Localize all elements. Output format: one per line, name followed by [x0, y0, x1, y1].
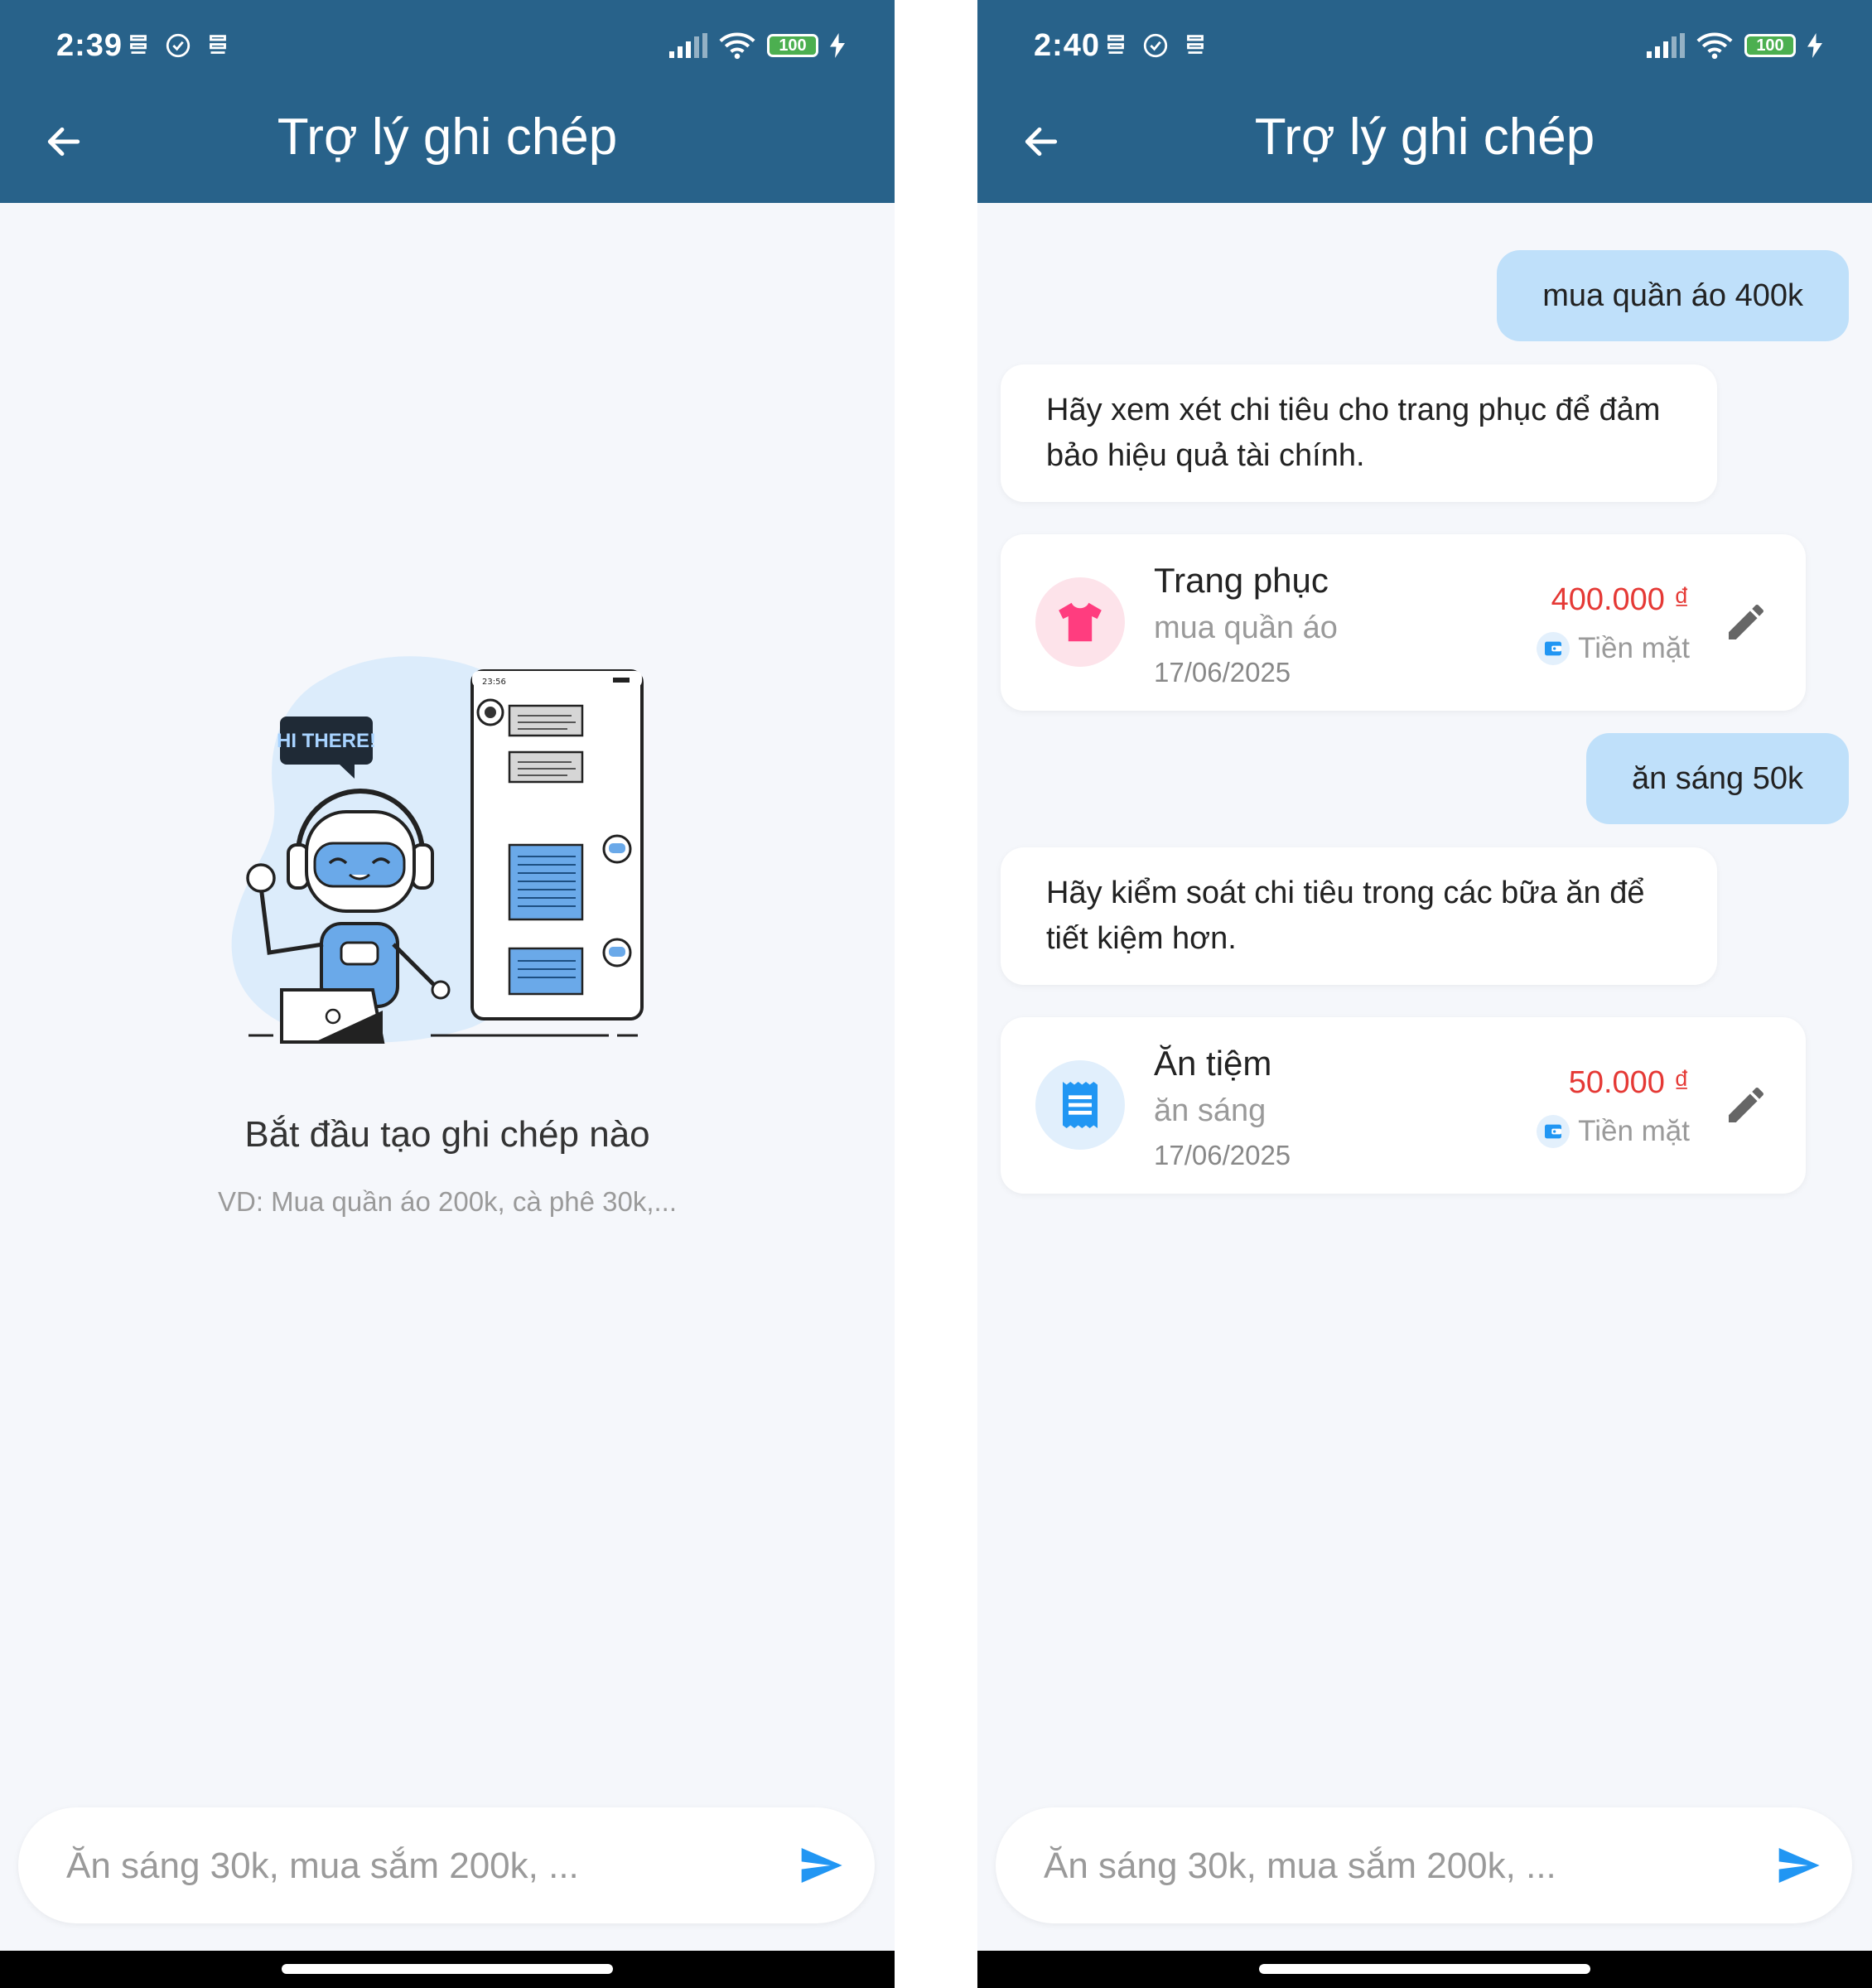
transaction-date: 17/06/2025 — [1154, 657, 1291, 688]
transaction-amount: 50.000 ₫ — [1568, 1065, 1690, 1100]
notification-icons — [124, 31, 232, 60]
header: 2:39 100 Trợ lý ghi chép — [0, 0, 895, 203]
transaction-category: Ăn tiệm — [1154, 1044, 1272, 1083]
battery-icon: 100 — [767, 34, 818, 57]
check-circle-icon — [1143, 33, 1168, 58]
navigation-bar — [977, 1951, 1872, 1988]
bot-message: Hãy xem xét chi tiêu cho trang phục để đ… — [1001, 364, 1717, 502]
transaction-category: Trang phục — [1154, 561, 1329, 600]
charging-bolt-icon — [830, 33, 845, 58]
transaction-card[interactable]: Ăn tiệm ăn sáng 17/06/2025 50.000 ₫ Tiền… — [1001, 1017, 1806, 1194]
status-time: 2:39 — [56, 28, 123, 63]
wallet-icon — [1537, 1115, 1570, 1148]
empty-state-title: Bắt đầu tạo ghi chép nào — [244, 1114, 650, 1155]
transaction-note: ăn sáng — [1154, 1093, 1266, 1128]
navigation-bar — [0, 1951, 895, 1988]
app-bar: Trợ lý ghi chép — [977, 99, 1872, 203]
pencil-icon[interactable] — [1723, 599, 1769, 645]
transaction-wallet: Tiền mặt — [1537, 632, 1690, 665]
category-icon-container — [1035, 577, 1125, 667]
message-input[interactable] — [65, 1807, 772, 1925]
transaction-card[interactable]: Trang phục mua quần áo 17/06/2025 400.00… — [1001, 534, 1806, 711]
transaction-wallet: Tiền mặt — [1537, 1115, 1690, 1148]
transaction-date: 17/06/2025 — [1154, 1140, 1291, 1170]
notification-icons — [1102, 31, 1209, 60]
status-bar: 2:40 100 — [977, 0, 1872, 99]
home-indicator[interactable] — [1259, 1964, 1590, 1974]
signal-icon — [669, 33, 707, 58]
home-indicator[interactable] — [282, 1964, 613, 1974]
send-icon[interactable] — [795, 1842, 847, 1889]
system-indicators: 100 — [1647, 31, 1822, 60]
phone-clock-text: 23:56 — [482, 678, 506, 687]
system-indicators: 100 — [669, 31, 845, 60]
signal-icon — [1647, 33, 1685, 58]
message-input[interactable] — [1042, 1807, 1749, 1925]
user-message: ăn sáng 50k — [1585, 733, 1849, 824]
wallet-label: Tiền mặt — [1578, 632, 1690, 664]
wifi-icon — [1696, 32, 1733, 60]
message-input-bar — [18, 1807, 875, 1925]
phone-screen-empty: 2:39 100 Trợ lý ghi chép 23:56 HI THERE!… — [0, 0, 895, 1988]
wallet-icon — [1537, 632, 1570, 665]
send-icon[interactable] — [1773, 1842, 1824, 1889]
page-title: Trợ lý ghi chép — [1254, 109, 1595, 166]
notification-app-icon — [210, 35, 226, 54]
status-bar: 2:39 100 — [0, 0, 895, 99]
receipt-icon — [1063, 1082, 1098, 1128]
wifi-icon — [719, 32, 755, 60]
check-circle-icon — [166, 33, 191, 58]
phone-screen-chat: 2:40 100 Trợ lý ghi chép mua quần áo 400… — [977, 0, 1872, 1988]
status-time: 2:40 — [1034, 28, 1101, 63]
bot-message: Hãy kiểm soát chi tiêu trong các bữa ăn … — [1001, 847, 1717, 985]
message-input-bar — [996, 1807, 1852, 1925]
page-title: Trợ lý ghi chép — [277, 109, 618, 166]
notification-app-icon — [1187, 35, 1204, 54]
user-message: mua quần áo 400k — [1497, 250, 1849, 341]
robot-chat-illustration: 23:56 HI THERE! — [231, 656, 644, 1044]
tshirt-icon — [1059, 602, 1102, 642]
hi-there-bubble-text: HI THERE! — [277, 730, 376, 752]
notification-app-icon — [130, 35, 147, 54]
transaction-amount: 400.000 ₫ — [1551, 582, 1690, 617]
category-icon-container — [1035, 1060, 1125, 1150]
app-bar: Trợ lý ghi chép — [0, 99, 895, 203]
header: 2:40 100 Trợ lý ghi chép — [977, 0, 1872, 203]
notification-app-icon — [1107, 35, 1124, 54]
charging-bolt-icon — [1807, 33, 1822, 58]
empty-state-hint: VD: Mua quần áo 200k, cà phê 30k,... — [217, 1186, 678, 1217]
wallet-label: Tiền mặt — [1578, 1115, 1690, 1147]
transaction-note: mua quần áo — [1154, 610, 1338, 645]
battery-icon: 100 — [1744, 34, 1796, 57]
pencil-icon[interactable] — [1723, 1082, 1769, 1128]
